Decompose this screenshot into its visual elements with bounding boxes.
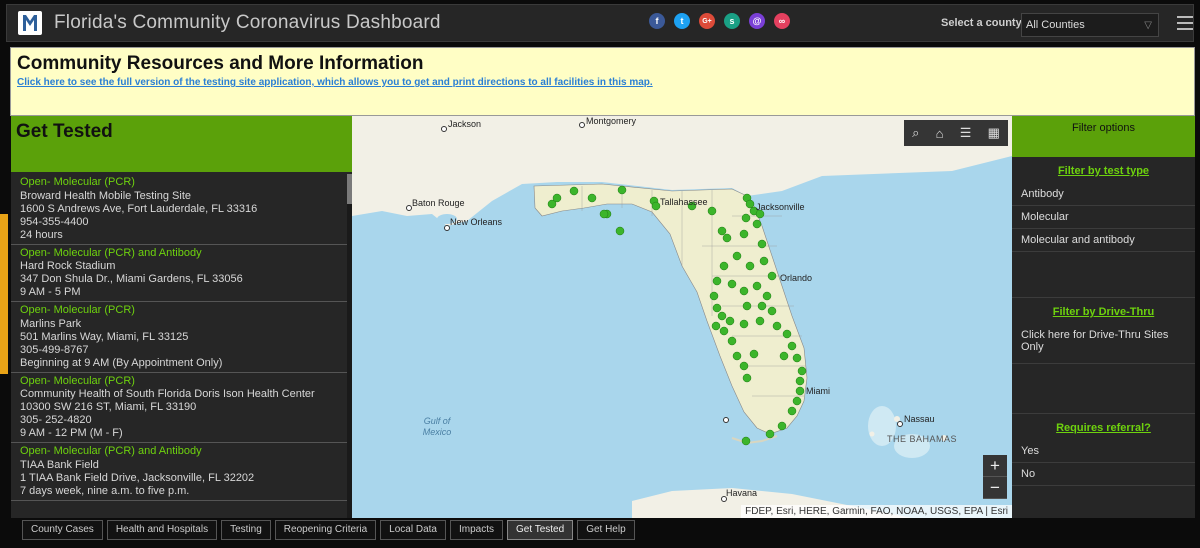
site-type: Open- Molecular (PCR) bbox=[20, 304, 135, 316]
filter-option-molecular-antibody[interactable]: Molecular and antibody bbox=[1012, 229, 1195, 252]
site-type: Open- Molecular (PCR) bbox=[20, 176, 135, 188]
site-type: Open- Molecular (PCR) and Antibody bbox=[20, 246, 202, 259]
site-name: Marlins Park bbox=[20, 317, 82, 330]
filter-panel: Filter options Filter by test type Antib… bbox=[1012, 116, 1195, 518]
app-title: Florida's Community Coronavirus Dashboar… bbox=[54, 12, 441, 33]
link-icon[interactable]: ∞ bbox=[774, 13, 790, 29]
site-hours: 7 days week, nine a.m. to five p.m. bbox=[20, 484, 190, 497]
sea-label-gulf: Gulf of Mexico bbox=[422, 416, 452, 437]
filter-referral-title[interactable]: Requires referral? bbox=[1012, 414, 1195, 440]
site-hours: 9 AM - 5 PM bbox=[20, 286, 81, 298]
site-hours: 24 hours bbox=[20, 228, 63, 241]
city-label-orlando: Orlando bbox=[780, 273, 813, 283]
site-phone: 305- 252-4820 bbox=[20, 414, 92, 426]
site-address: 501 Marlins Way, Miami, FL 33125 bbox=[20, 330, 189, 343]
site-hours: 9 AM - 12 PM (M - F) bbox=[20, 427, 123, 439]
list-item[interactable]: Open- Molecular (PCR) and Antibody Hard … bbox=[11, 245, 347, 302]
legend-list-icon[interactable]: ☰ bbox=[960, 125, 972, 141]
tab-get-tested[interactable]: Get Tested bbox=[507, 520, 574, 540]
list-item[interactable]: Open- Molecular (PCR) Marlins Park 501 M… bbox=[11, 302, 347, 373]
site-phone: 954-355-4400 bbox=[20, 215, 89, 228]
city-label-havana: Havana bbox=[726, 488, 758, 498]
app-logo bbox=[18, 11, 42, 35]
site-address: 347 Don Shula Dr., Miami Gardens, FL 330… bbox=[20, 273, 243, 285]
get-tested-title: Get Tested bbox=[16, 121, 113, 142]
side-panel-handle[interactable] bbox=[0, 214, 8, 374]
google-plus-icon[interactable]: G+ bbox=[699, 13, 715, 29]
tab-health-hospitals[interactable]: Health and Hospitals bbox=[106, 520, 218, 540]
resources-banner: Community Resources and More Information… bbox=[10, 47, 1195, 116]
map-attribution: FDEP, Esri, HERE, Garmin, FAO, NOAA, USG… bbox=[741, 505, 1012, 518]
app-header: Florida's Community Coronavirus Dashboar… bbox=[6, 4, 1194, 42]
site-type: Open- Molecular (PCR) and Antibody bbox=[20, 445, 202, 457]
city-label-miami: Miami bbox=[806, 386, 830, 396]
county-select[interactable]: All Counties ▽ bbox=[1021, 13, 1159, 37]
list-item[interactable]: Open- Molecular (PCR) Broward Health Mob… bbox=[11, 174, 347, 245]
basemap-gallery-icon[interactable]: ▦ bbox=[988, 125, 1000, 141]
tab-county-cases[interactable]: County Cases bbox=[22, 520, 103, 540]
hamburger-menu-icon[interactable] bbox=[1177, 16, 1193, 30]
site-hours: Beginning at 9 AM (By Appointment Only) bbox=[20, 356, 223, 369]
filter-spacer bbox=[1012, 252, 1195, 298]
city-label-new-orleans: New Orleans bbox=[450, 217, 503, 227]
tab-get-help[interactable]: Get Help bbox=[577, 520, 635, 540]
county-select-value: All Counties bbox=[1026, 19, 1085, 31]
get-tested-header: Get Tested bbox=[11, 116, 352, 172]
filter-option-molecular[interactable]: Molecular bbox=[1012, 206, 1195, 229]
get-tested-panel: Get Tested Open- Molecular (PCR) Broward… bbox=[11, 116, 352, 518]
map-toolbar: ⌕ ⌂ ☰ ▦ bbox=[904, 120, 1008, 146]
city-label-nassau: Nassau bbox=[904, 414, 935, 424]
list-item[interactable]: Open- Molecular (PCR) Community Health o… bbox=[11, 373, 347, 443]
site-phone: 305-499-8767 bbox=[20, 343, 89, 356]
tab-local-data[interactable]: Local Data bbox=[380, 520, 446, 540]
email-icon[interactable]: @ bbox=[749, 13, 765, 29]
filter-option-antibody[interactable]: Antibody bbox=[1012, 183, 1195, 206]
filter-drive-thru-title[interactable]: Filter by Drive-Thru bbox=[1012, 298, 1195, 324]
search-icon[interactable]: ⌕ bbox=[912, 125, 919, 141]
testing-sites-map[interactable]: Jackson Montgomery Baton Rouge New Orlea… bbox=[352, 116, 1012, 518]
city-label-jacksonville: Jacksonville bbox=[756, 202, 805, 212]
zoom-out-button[interactable]: − bbox=[983, 477, 1007, 499]
site-type: Open- Molecular (PCR) bbox=[20, 374, 135, 387]
filter-option-drive-thru[interactable]: Click here for Drive-Thru Sites Only bbox=[1012, 324, 1195, 364]
filter-header: Filter options bbox=[1012, 116, 1195, 157]
site-address: 1 TIAA Bank Field Drive, Jacksonville, F… bbox=[20, 471, 255, 484]
filter-option-yes[interactable]: Yes bbox=[1012, 440, 1195, 463]
site-name: Hard Rock Stadium bbox=[20, 260, 116, 272]
list-item[interactable]: Open- Molecular (PCR) and Antibody TIAA … bbox=[11, 443, 347, 501]
social-share-bar: f t G+ s @ ∞ bbox=[649, 13, 790, 29]
zoom-controls: + − bbox=[983, 455, 1007, 499]
share-icon[interactable]: s bbox=[724, 13, 740, 29]
filter-spacer bbox=[1012, 364, 1195, 414]
tab-testing[interactable]: Testing bbox=[221, 520, 271, 540]
filter-option-no[interactable]: No bbox=[1012, 463, 1195, 486]
site-name: Broward Health Mobile Testing Site bbox=[20, 189, 191, 202]
filter-test-type-title[interactable]: Filter by test type bbox=[1012, 157, 1195, 183]
county-select-label: Select a county bbox=[941, 17, 1022, 29]
tab-impacts[interactable]: Impacts bbox=[449, 520, 503, 540]
tab-reopening-criteria[interactable]: Reopening Criteria bbox=[274, 520, 377, 540]
twitter-icon[interactable]: t bbox=[674, 13, 690, 29]
map-canvas[interactable] bbox=[352, 116, 1012, 518]
site-address: 1600 S Andrews Ave, Fort Lauderdale, FL … bbox=[20, 202, 258, 215]
testing-app-link[interactable]: Click here to see the full version of th… bbox=[17, 77, 1188, 88]
chevron-down-icon: ▽ bbox=[1144, 20, 1152, 31]
site-address: 10300 SW 216 ST, Miami, FL 33190 bbox=[20, 401, 197, 413]
testing-site-list: Open- Molecular (PCR) Broward Health Mob… bbox=[11, 174, 347, 518]
facebook-icon[interactable]: f bbox=[649, 13, 665, 29]
site-name: Community Health of South Florida Doris … bbox=[20, 388, 315, 400]
city-label-jackson: Jackson bbox=[448, 119, 482, 129]
city-label-tallahassee: Tallahassee bbox=[660, 197, 708, 207]
site-name: TIAA Bank Field bbox=[20, 458, 99, 471]
logo-icon bbox=[23, 15, 37, 31]
banner-title: Community Resources and More Information bbox=[17, 53, 424, 74]
dashboard-tabs: County Cases Health and Hospitals Testin… bbox=[22, 520, 635, 540]
city-label-montgomery: Montgomery bbox=[586, 116, 637, 126]
zoom-in-button[interactable]: + bbox=[983, 455, 1007, 477]
home-icon[interactable]: ⌂ bbox=[936, 126, 944, 141]
region-label-bahamas: THE BAHAMAS bbox=[887, 434, 958, 444]
city-label-baton-rouge: Baton Rouge bbox=[412, 198, 465, 208]
